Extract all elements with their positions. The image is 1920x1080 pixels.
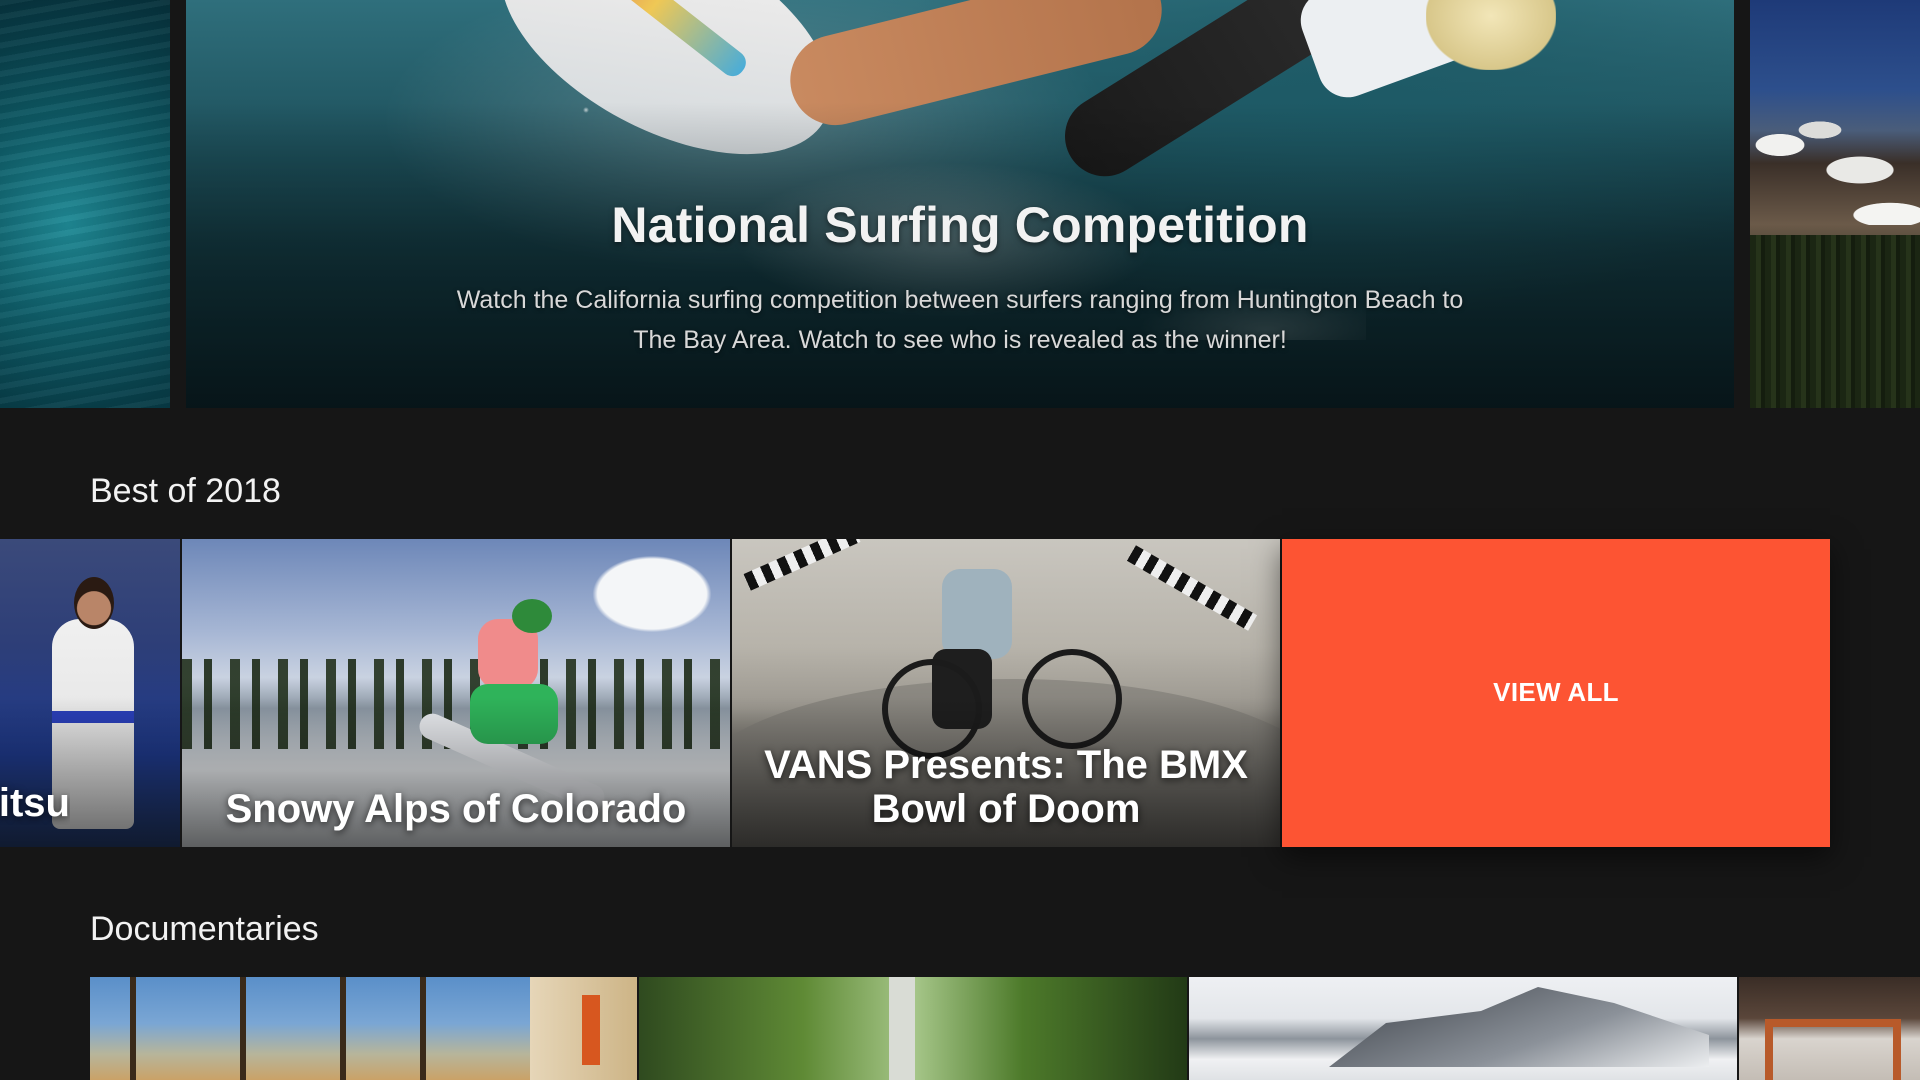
tile-vans-bmx-bowl-of-doom[interactable]: VANS Presents: The BMX Bowl of Doom xyxy=(732,539,1280,847)
view-all-label: VIEW ALL xyxy=(1493,677,1619,707)
hero-description: Watch the California surfing competition… xyxy=(456,286,1464,354)
documentary-tile-3[interactable] xyxy=(1189,977,1737,1080)
documentary-tile-2[interactable] xyxy=(639,977,1187,1080)
view-all-button[interactable]: VIEW ALL xyxy=(1282,539,1830,847)
tree-trunk-image xyxy=(889,977,915,1080)
tile-snowy-alps-of-colorado[interactable]: Snowy Alps of Colorado xyxy=(182,539,730,847)
documentary-tile-1[interactable] xyxy=(90,977,637,1080)
athlete-head-image xyxy=(74,577,114,629)
documentary-tile-4[interactable] xyxy=(1739,977,1920,1080)
mountain-snow-image xyxy=(1750,105,1920,225)
mountain-image xyxy=(1329,987,1709,1067)
tile-label: VANS Presents: The BMX Bowl of Doom xyxy=(764,743,1248,831)
tile-label: Jiu-Jitsu xyxy=(0,781,70,825)
cloud-image xyxy=(582,549,722,639)
sign-image xyxy=(582,995,600,1065)
hero-carousel-next-item[interactable] xyxy=(1750,0,1920,408)
palm-tree-image xyxy=(240,977,246,1080)
rider-body-image xyxy=(942,569,1012,659)
mountain-forest-image xyxy=(1750,235,1920,408)
palm-tree-image xyxy=(340,977,346,1080)
palm-tree-image xyxy=(420,977,426,1080)
hero-featured-card[interactable]: National Surfing Competition Watch the C… xyxy=(186,0,1734,408)
row-title-documentaries: Documentaries xyxy=(90,910,319,948)
row-title-best-of-2018: Best of 2018 xyxy=(90,472,281,510)
tile-label: Snowy Alps of Colorado xyxy=(225,787,687,831)
window-frame-image xyxy=(1765,1019,1901,1080)
checkered-coping-image xyxy=(1126,545,1258,631)
checkered-coping-image xyxy=(743,539,861,591)
hero-title: National Surfing Competition xyxy=(611,197,1309,253)
snowboarder-helmet xyxy=(512,599,552,633)
palm-tree-image xyxy=(130,977,136,1080)
hero-carousel-prev-item[interactable] xyxy=(0,0,170,408)
tile-jiu-jitsu[interactable]: Jiu-Jitsu xyxy=(0,539,180,847)
